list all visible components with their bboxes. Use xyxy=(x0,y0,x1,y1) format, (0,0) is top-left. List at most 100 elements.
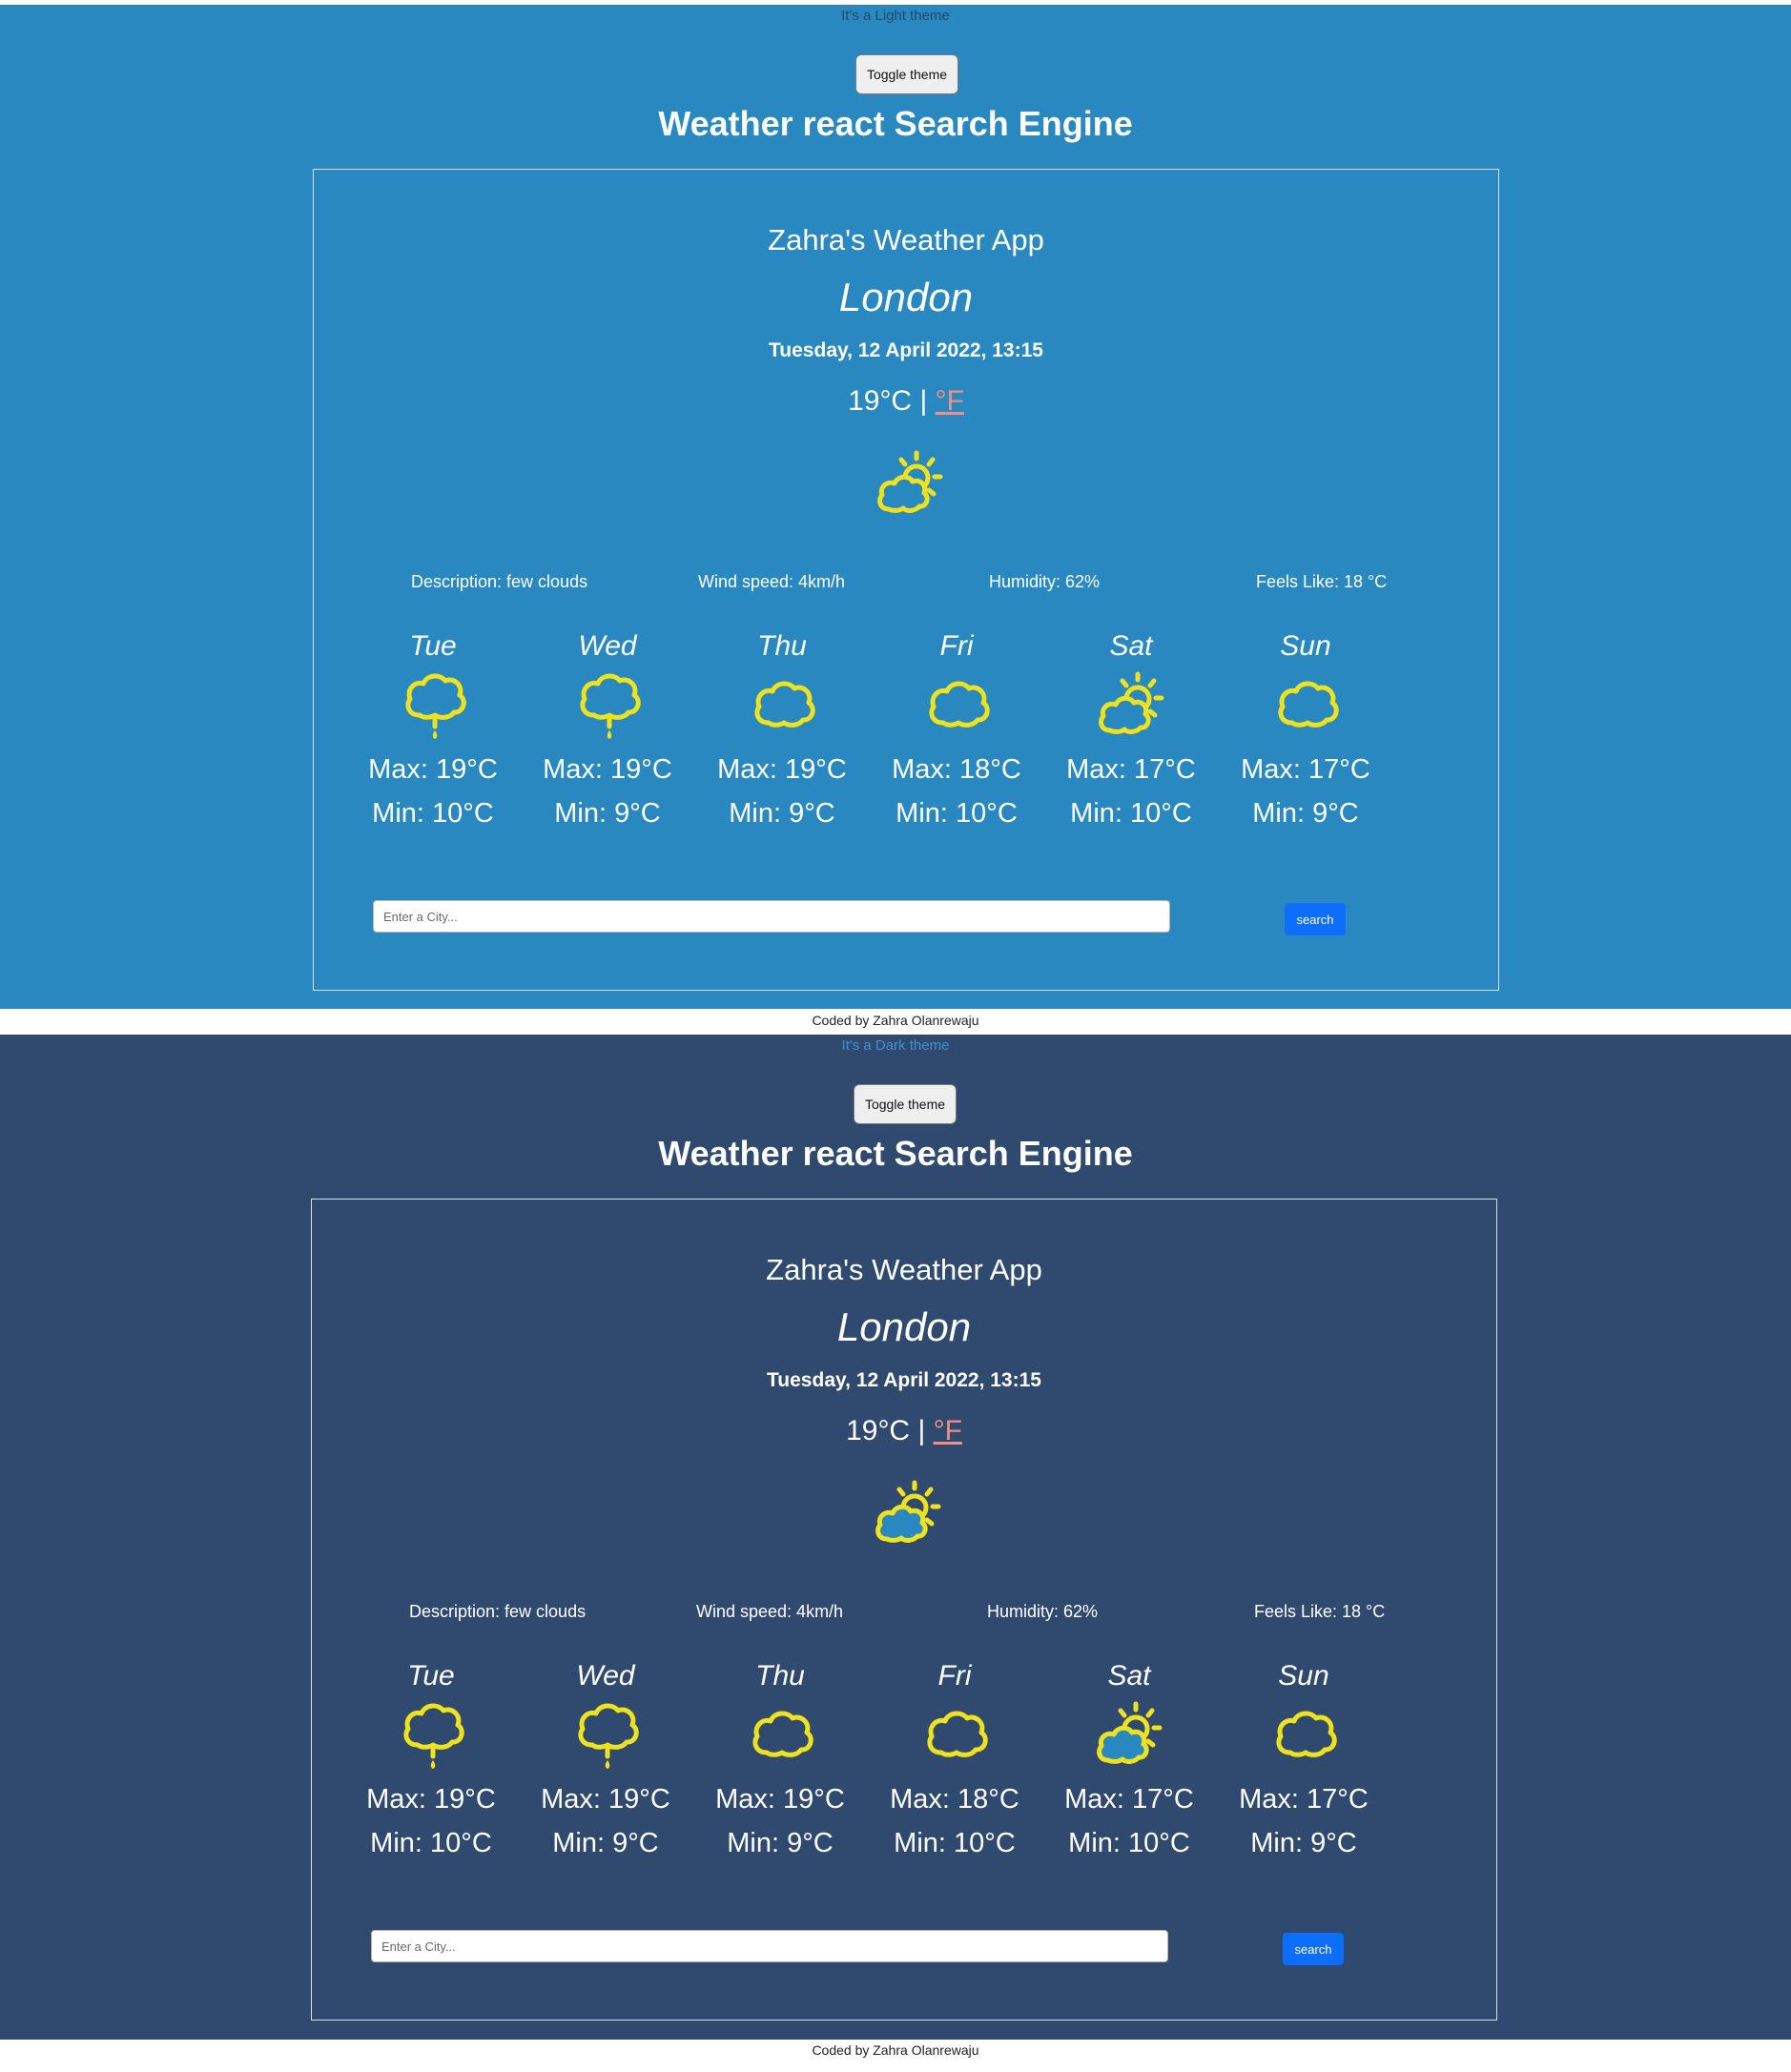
city-name: London xyxy=(836,1304,972,1349)
forecast-day-name: Thu xyxy=(755,1660,805,1692)
forecast-day: Sun Max: 17°C Min: 9°C xyxy=(1225,627,1387,835)
partly-cloudy-day-icon xyxy=(1095,667,1167,740)
wind-speed-detail: Wind speed: 4km/h xyxy=(698,572,846,591)
forecast-min-temp: Min: 10°C xyxy=(372,798,494,829)
partly-cloudy-day-icon xyxy=(872,1476,944,1549)
forecast-day: Thu Max: 19°C Min: 9°C xyxy=(699,1657,861,1865)
date-time: Tuesday, 12 April 2022, 13:15 xyxy=(769,339,1043,361)
forecast-max-temp: Max: 19°C xyxy=(717,754,847,785)
cloud-icon xyxy=(746,667,818,740)
forecast-day: Tue Max: 19°C Min: 10°C xyxy=(350,1657,512,1865)
cloud-icon xyxy=(1267,1697,1340,1770)
forecast-min-temp: Min: 9°C xyxy=(554,798,661,829)
date-time: Tuesday, 12 April 2022, 13:15 xyxy=(767,1369,1041,1391)
forecast-day: Wed Max: 19°C Min: 9°C xyxy=(526,627,689,835)
city-search-input[interactable] xyxy=(371,1930,1168,1962)
feels-like-detail: Feels Like: 18 °C xyxy=(1254,1602,1386,1621)
cloud-icon xyxy=(1269,667,1342,740)
temperature-value: 19 xyxy=(848,385,880,417)
forecast-min-temp: Min: 9°C xyxy=(1250,1828,1357,1858)
humidity-detail: Humidity: 62% xyxy=(987,1602,1099,1621)
forecast-max-temp: Max: 17°C xyxy=(1241,754,1370,785)
footer-credit: Coded by Zahra Olanrewaju xyxy=(0,2042,1791,2058)
forecast-min-temp: Min: 9°C xyxy=(552,1828,659,1858)
toggle-theme-button[interactable]: Toggle theme xyxy=(854,1084,957,1124)
forecast-day: Sun Max: 17°C Min: 9°C xyxy=(1223,1657,1385,1865)
cloud-icon xyxy=(920,667,993,740)
forecast-min-temp: Min: 9°C xyxy=(727,1828,834,1858)
forecast-min-temp: Min: 10°C xyxy=(896,798,1018,829)
forecast-max-temp: Max: 17°C xyxy=(1066,754,1196,785)
app-title: Zahra's Weather App xyxy=(766,1253,1042,1286)
light-theme-section: It's a Light theme Toggle theme Weather … xyxy=(0,5,1791,1009)
dark-theme-section: It's a Dark theme Toggle theme Weather r… xyxy=(0,1035,1791,2040)
wind-speed-detail: Wind speed: 4km/h xyxy=(696,1602,844,1621)
search-button[interactable]: search xyxy=(1283,1933,1344,1965)
app-title: Zahra's Weather App xyxy=(768,223,1044,256)
forecast-min-temp: Min: 10°C xyxy=(894,1828,1016,1858)
current-temperature: 19°C | °F xyxy=(312,1415,1496,1447)
forecast-min-temp: Min: 10°C xyxy=(370,1828,492,1858)
forecast-max-temp: Max: 19°C xyxy=(541,1784,670,1815)
forecast-max-temp: Max: 19°C xyxy=(366,1784,496,1815)
forecast-max-temp: Max: 18°C xyxy=(892,754,1021,785)
theme-indicator-label: It's a Dark theme xyxy=(841,1037,950,1054)
humidity-detail: Humidity: 62% xyxy=(989,572,1101,591)
forecast-day: Sat Max: 17°C Min: 10°C xyxy=(1050,627,1212,835)
forecast-day-name: Sat xyxy=(1107,1660,1151,1692)
forecast-min-temp: Min: 10°C xyxy=(1068,1828,1190,1858)
forecast-day-name: Sat xyxy=(1109,630,1153,662)
forecast-day-name: Tue xyxy=(409,630,457,662)
forecast-max-temp: Max: 17°C xyxy=(1239,1784,1369,1815)
forecast-max-temp: Max: 19°C xyxy=(715,1784,845,1815)
forecast-min-temp: Min: 9°C xyxy=(729,798,835,829)
rain-cloud-icon xyxy=(569,1697,642,1770)
forecast-max-temp: Max: 19°C xyxy=(368,754,498,785)
cloud-icon xyxy=(918,1697,991,1770)
fahrenheit-link[interactable]: °F xyxy=(934,1415,962,1446)
forecast-day-name: Wed xyxy=(576,1660,635,1692)
forecast-day: Tue Max: 19°C Min: 10°C xyxy=(352,627,514,835)
forecast-max-temp: Max: 18°C xyxy=(890,1784,1019,1815)
forecast-day: Sat Max: 17°C Min: 10°C xyxy=(1048,1657,1210,1865)
temperature-value: 19 xyxy=(846,1415,878,1446)
weather-card: Zahra's Weather App London Tuesday, 12 A… xyxy=(311,1199,1497,2021)
city-name: London xyxy=(838,275,974,319)
forecast-day-name: Tue xyxy=(407,1660,455,1692)
footer-credit: Coded by Zahra Olanrewaju xyxy=(0,1013,1791,1028)
page-title: Weather react Search Engine xyxy=(658,104,1133,143)
search-button[interactable]: search xyxy=(1285,903,1346,935)
current-temperature: 19°C | °F xyxy=(314,385,1498,418)
forecast-day-name: Fri xyxy=(937,1660,972,1692)
forecast-day-name: Fri xyxy=(939,630,974,662)
toggle-theme-button[interactable]: Toggle theme xyxy=(855,54,958,94)
unit-separator: | xyxy=(919,385,928,417)
forecast-day: Thu Max: 19°C Min: 9°C xyxy=(701,627,863,835)
description-detail: Description: few clouds xyxy=(409,1602,587,1621)
city-search-input[interactable] xyxy=(373,900,1170,933)
rain-cloud-icon xyxy=(395,1697,467,1770)
forecast-day-name: Thu xyxy=(757,630,807,662)
forecast-min-temp: Min: 10°C xyxy=(1070,798,1192,829)
forecast-min-temp: Min: 9°C xyxy=(1252,798,1359,829)
cloud-icon xyxy=(744,1697,816,1770)
fahrenheit-link[interactable]: °F xyxy=(936,385,964,417)
celsius-unit: °C xyxy=(879,385,913,417)
forecast-day: Wed Max: 19°C Min: 9°C xyxy=(525,1657,687,1865)
partly-cloudy-day-icon xyxy=(874,446,946,519)
unit-separator: | xyxy=(917,1415,926,1446)
weather-card: Zahra's Weather App London Tuesday, 12 A… xyxy=(313,169,1499,991)
feels-like-detail: Feels Like: 18 °C xyxy=(1256,572,1388,591)
celsius-unit: °C xyxy=(877,1415,911,1446)
forecast-max-temp: Max: 19°C xyxy=(543,754,672,785)
rain-cloud-icon xyxy=(397,667,469,740)
description-detail: Description: few clouds xyxy=(411,572,588,591)
page-title: Weather react Search Engine xyxy=(658,1134,1133,1173)
partly-cloudy-day-icon xyxy=(1093,1697,1165,1770)
forecast-max-temp: Max: 17°C xyxy=(1064,1784,1194,1815)
forecast-day-name: Wed xyxy=(578,630,637,662)
theme-indicator-label: It's a Light theme xyxy=(841,8,950,24)
forecast-day-name: Sun xyxy=(1280,630,1331,662)
forecast-day-name: Sun xyxy=(1278,1660,1329,1692)
forecast-day: Fri Max: 18°C Min: 10°C xyxy=(874,1657,1036,1865)
